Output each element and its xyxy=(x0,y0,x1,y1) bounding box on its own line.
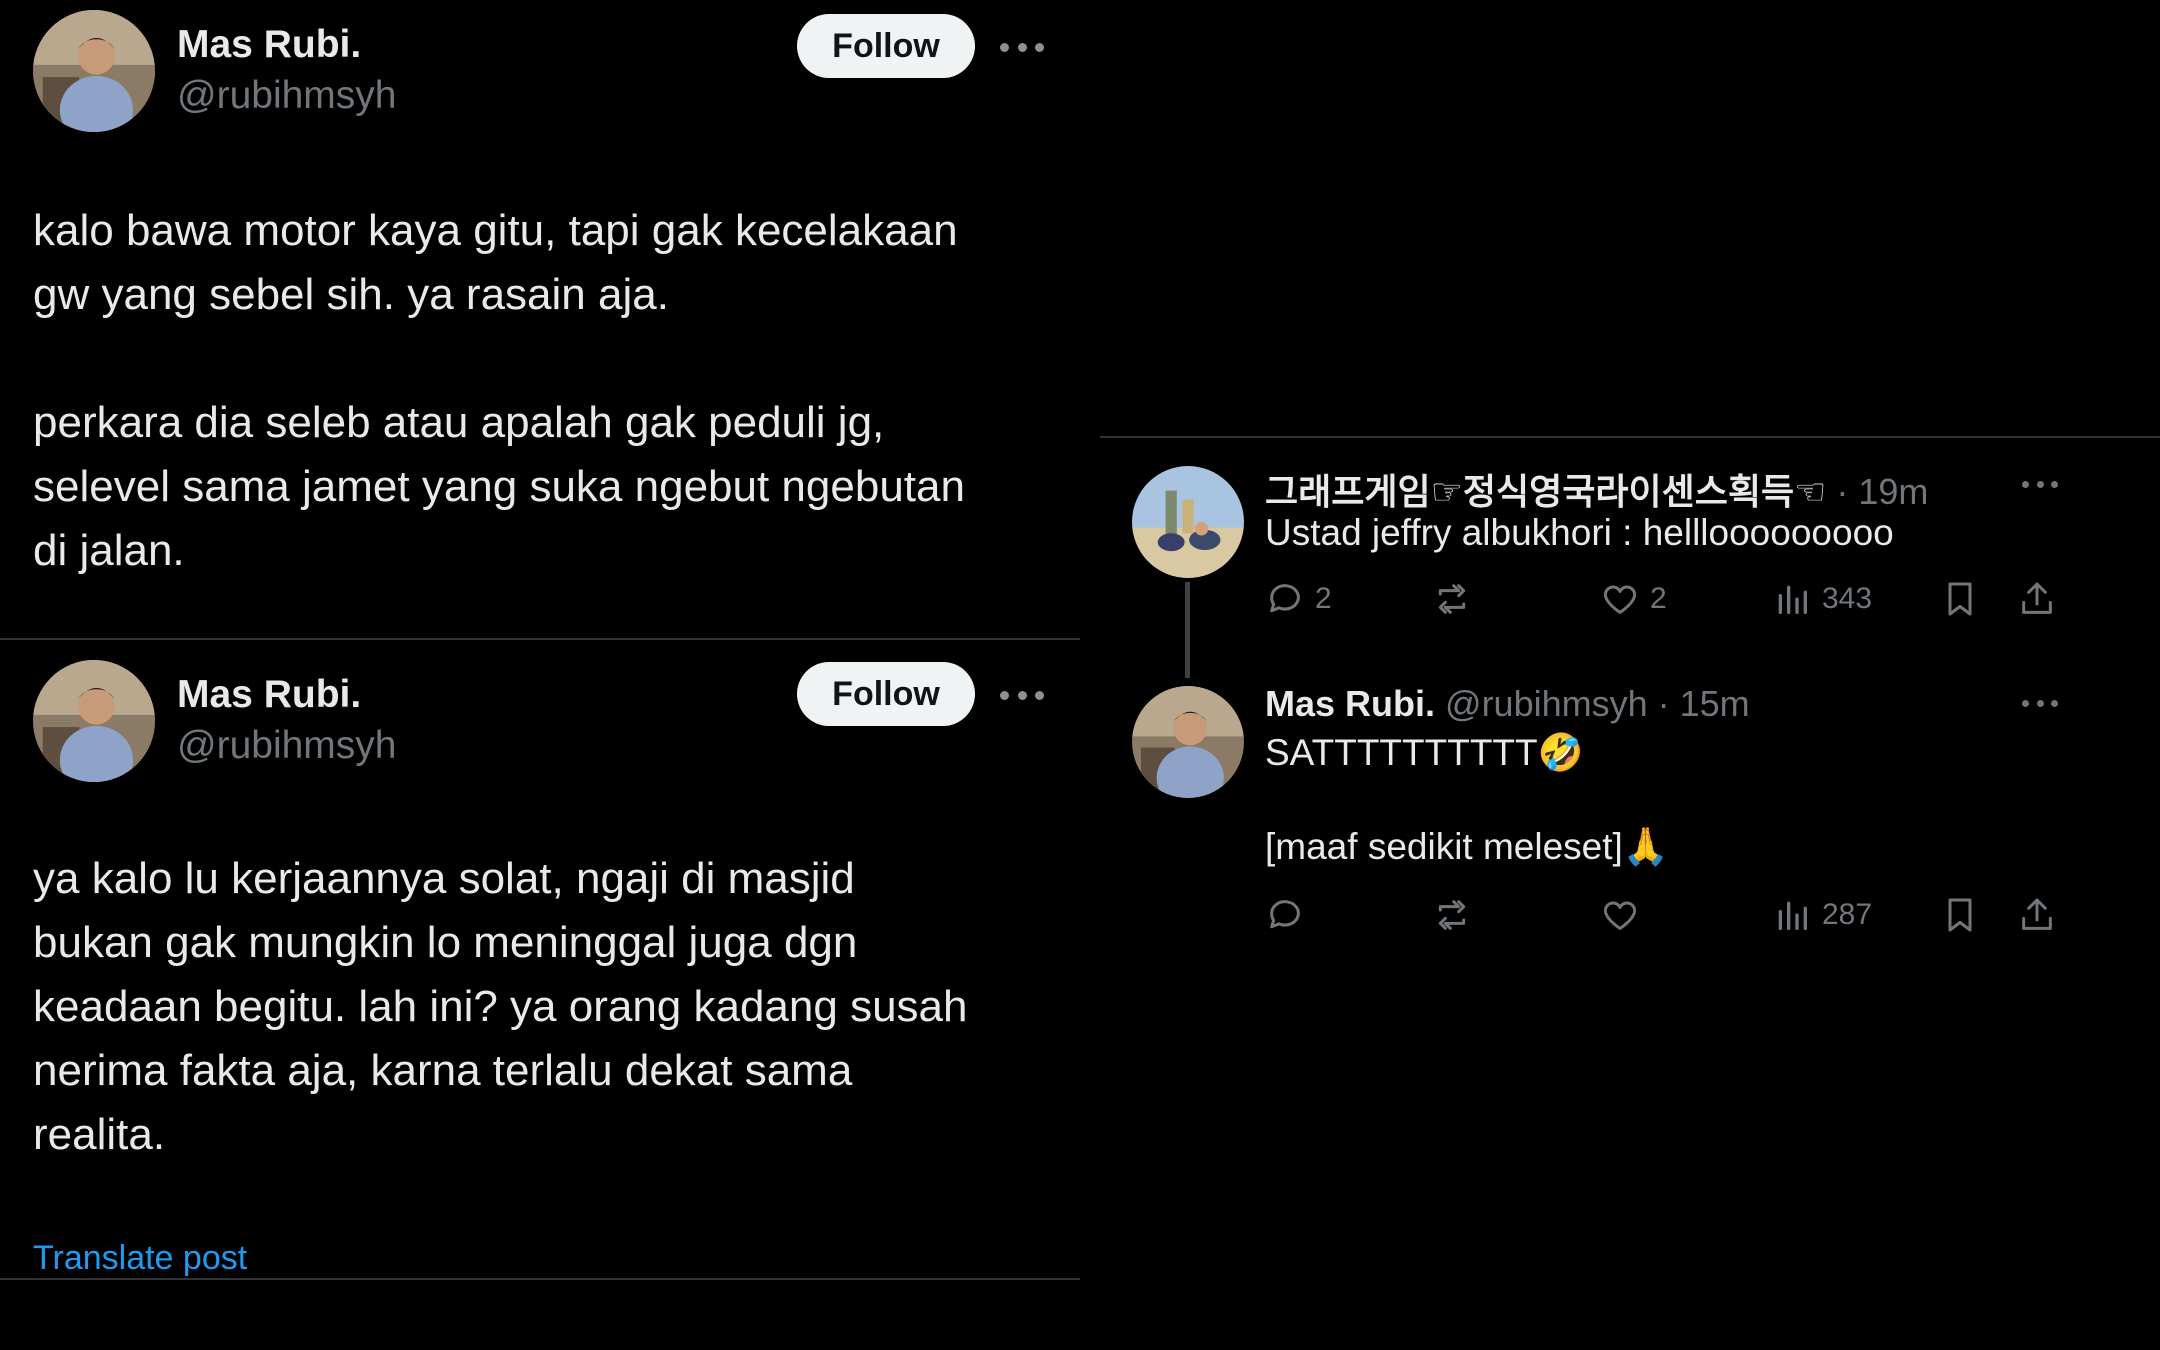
translate-link[interactable]: Translate post xyxy=(33,1239,247,1278)
reply-handle-time: @rubihmsyh · 15m xyxy=(1435,683,1750,724)
thread-line xyxy=(1185,582,1190,678)
views-icon xyxy=(1778,585,1807,614)
more-icon[interactable] xyxy=(2022,477,2058,491)
reply-count: 2 xyxy=(1315,582,1332,615)
like-count: 2 xyxy=(1650,582,1667,615)
section-divider xyxy=(1100,436,2160,438)
bookmark-icon xyxy=(1948,582,1972,616)
views-action[interactable]: 287 xyxy=(1772,895,1872,935)
like-action[interactable] xyxy=(1600,895,1640,935)
reply-icon xyxy=(1270,900,1300,929)
avatar[interactable] xyxy=(1132,686,1244,798)
share-icon xyxy=(2022,582,2052,614)
more-icon[interactable] xyxy=(2022,696,2058,710)
reply-author-name[interactable]: 그래프게임☞정식영국라이센스획득☜ xyxy=(1265,471,1826,512)
views-icon xyxy=(1778,901,1807,930)
retweet-action[interactable] xyxy=(1432,579,1472,619)
avatar-image xyxy=(33,660,155,782)
views-action[interactable]: 343 xyxy=(1772,579,1872,619)
more-icon[interactable] xyxy=(1000,685,1044,705)
bookmark-action[interactable] xyxy=(1940,579,1980,619)
reply-author[interactable]: 그래프게임☞정식영국라이센스획득☜ · 19m xyxy=(1265,463,1928,515)
reply-author[interactable]: Mas Rubi. @rubihmsyh · 15m xyxy=(1265,683,1750,725)
more-icon[interactable] xyxy=(1000,37,1044,57)
reply-text: Ustad jeffry albukhori : helllooooooooo xyxy=(1265,512,1894,553)
post-2: Mas Rubi. @rubihmsyh Follow ya kalo lu k… xyxy=(0,642,1080,1278)
view-count: 343 xyxy=(1822,582,1873,615)
reply-text-line-1: SATTTTTTTTTT🤣 xyxy=(1265,732,1584,773)
left-screenshot: Mas Rubi. @rubihmsyh Follow kalo bawa mo… xyxy=(0,0,1080,1350)
reply-author-name[interactable]: Mas Rubi. xyxy=(1265,683,1435,724)
post-divider xyxy=(0,1278,1080,1280)
share-icon xyxy=(2022,898,2052,930)
like-action[interactable]: 2 xyxy=(1600,579,1667,619)
avatar[interactable] xyxy=(33,10,155,132)
like-icon xyxy=(1603,901,1637,930)
author-handle[interactable]: @rubihmsyh xyxy=(177,74,397,118)
retweet-icon xyxy=(1438,584,1466,614)
right-screenshot: 그래프게임☞정식영국라이센스획득☜ · 19m Ustad jeffry alb… xyxy=(1080,0,2160,1350)
share-action[interactable] xyxy=(2017,895,2057,935)
reply-time: · 19m xyxy=(1826,471,1929,512)
bookmark-action[interactable] xyxy=(1940,895,1980,935)
follow-button[interactable]: Follow xyxy=(797,14,975,78)
view-count: 287 xyxy=(1822,898,1873,931)
bookmark-icon xyxy=(1948,898,1972,932)
avatar-image xyxy=(1132,466,1244,578)
avatar[interactable] xyxy=(1132,466,1244,578)
share-action[interactable] xyxy=(2017,579,2057,619)
follow-button[interactable]: Follow xyxy=(797,662,975,726)
avatar-image xyxy=(1132,686,1244,798)
author-name[interactable]: Mas Rubi. xyxy=(177,673,361,717)
post-text: kalo bawa motor kaya gitu, tapi gak kece… xyxy=(33,206,965,575)
reply-action[interactable]: 2 xyxy=(1265,579,1332,619)
post-1: Mas Rubi. @rubihmsyh Follow kalo bawa mo… xyxy=(0,0,1080,640)
avatar-image xyxy=(33,10,155,132)
post-text: ya kalo lu kerjaannya solat, ngaji di ma… xyxy=(33,854,968,1159)
retweet-action[interactable] xyxy=(1432,895,1472,935)
reply-text-line-2: [maaf sedikit meleset]🙏 xyxy=(1265,826,1669,867)
post-divider xyxy=(0,638,1080,640)
like-icon xyxy=(1603,585,1637,614)
retweet-icon xyxy=(1438,900,1466,930)
author-handle[interactable]: @rubihmsyh xyxy=(177,724,397,768)
reply-action[interactable] xyxy=(1265,895,1305,935)
avatar[interactable] xyxy=(33,660,155,782)
author-name[interactable]: Mas Rubi. xyxy=(177,23,361,67)
reply-icon xyxy=(1270,584,1300,613)
